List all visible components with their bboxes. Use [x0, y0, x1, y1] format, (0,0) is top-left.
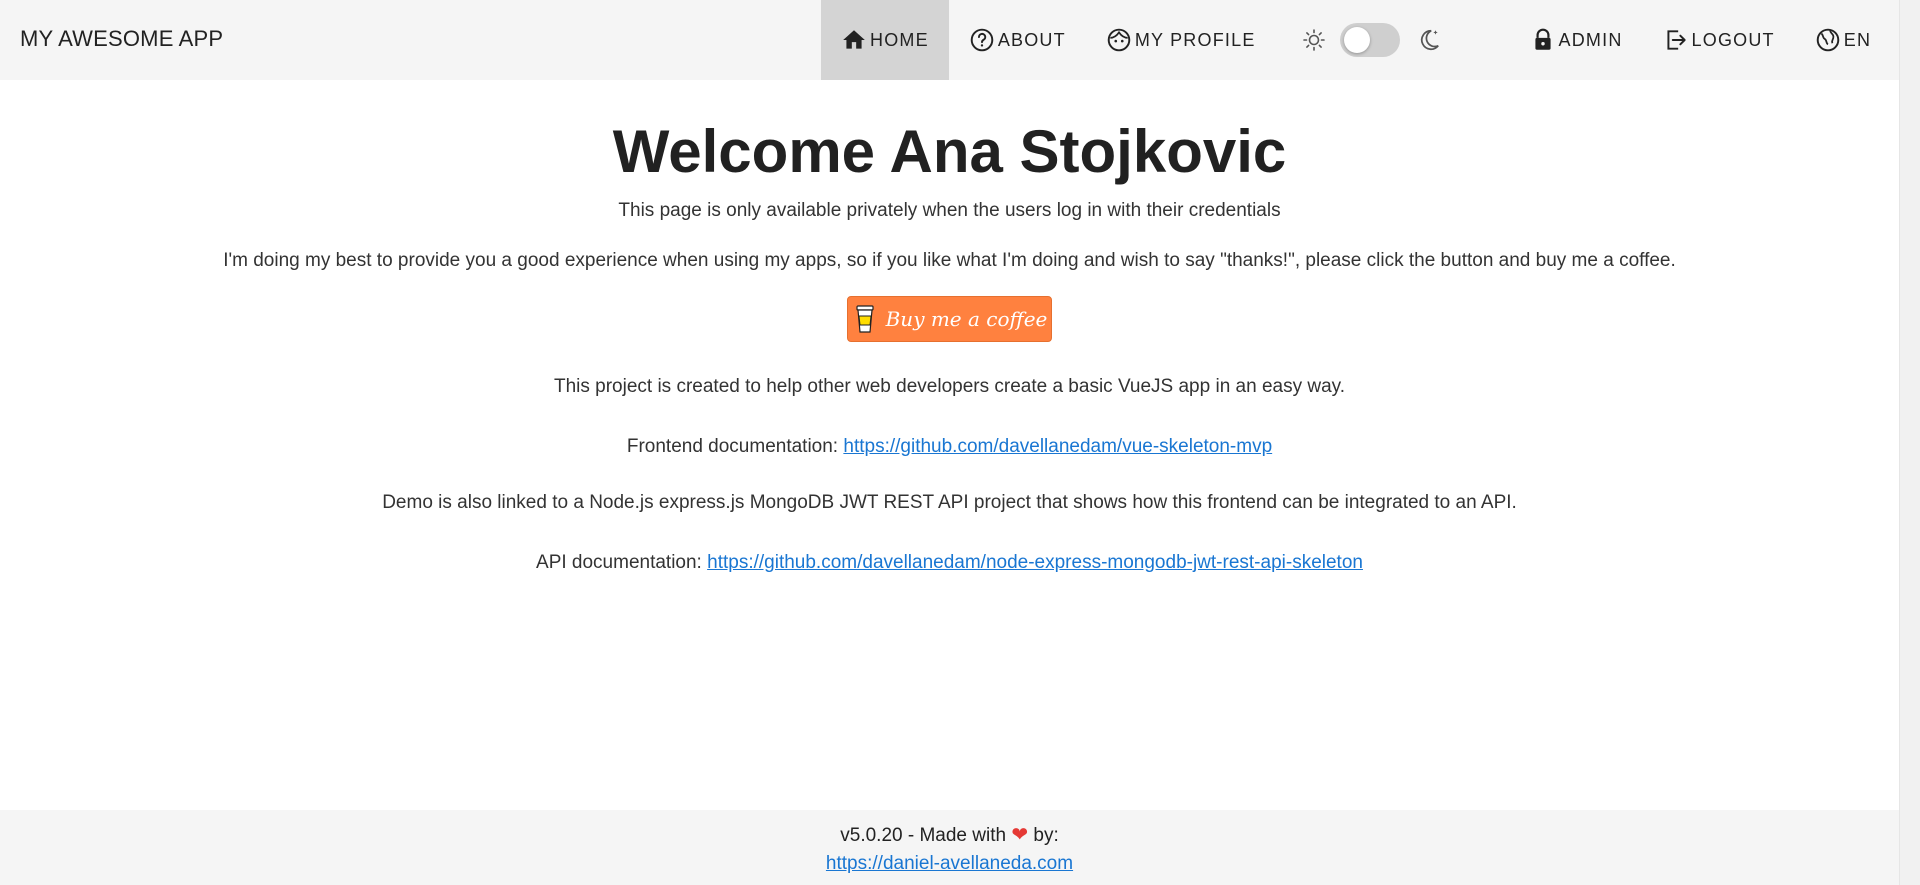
private-note: This page is only available privately wh… — [618, 200, 1281, 221]
welcome-heading: Welcome Ana Stojkovic — [612, 118, 1287, 185]
api-docs-label: API documentation: — [536, 552, 702, 573]
nav-language-button[interactable]: EN — [1795, 0, 1891, 80]
frontend-docs-line: Frontend documentation: https://github.c… — [0, 434, 1899, 460]
project-text: This project is created to help other we… — [553, 376, 1346, 397]
nav-home-button[interactable]: HOME — [821, 0, 949, 80]
footer-version-text: v5.0.20 - Made with — [840, 825, 1007, 846]
app-title[interactable]: MY AWESOME APP — [20, 26, 223, 52]
sun-icon — [1302, 29, 1325, 51]
main-nav: HOME ABOUT MY PROFILE ADMIN LOGOUT EN — [821, 0, 1891, 80]
nav-admin-button[interactable]: ADMIN — [1510, 0, 1643, 80]
api-docs-line: API documentation: https://github.com/da… — [0, 550, 1899, 576]
vertical-scrollbar[interactable] — [1899, 0, 1920, 885]
buy-me-a-coffee-button[interactable]: Buy me a coffee — [847, 296, 1052, 342]
home-icon — [843, 30, 865, 49]
api-docs-link[interactable]: https://github.com/davellanedam/node-exp… — [707, 552, 1363, 573]
lock-icon — [1534, 28, 1551, 50]
nav-logout-button[interactable]: LOGOUT — [1643, 0, 1795, 80]
support-text: I'm doing my best to provide you a good … — [223, 250, 1676, 271]
globe-icon — [1816, 28, 1840, 52]
footer-credits: v5.0.20 - Made with ❤ by: — [0, 822, 1899, 849]
footer: v5.0.20 - Made with ❤ by: https://daniel… — [0, 810, 1899, 885]
footer-author-line: https://daniel-avellaneda.com — [0, 851, 1899, 877]
logout-icon — [1666, 30, 1686, 50]
theme-switcher — [1276, 0, 1460, 80]
nav-language-label: EN — [1843, 29, 1872, 50]
main-content: Welcome Ana Stojkovic This page is only … — [0, 80, 1899, 576]
author-website-link[interactable]: https://daniel-avellaneda.com — [826, 853, 1073, 874]
theme-toggle[interactable] — [1339, 23, 1400, 57]
nav-about-label: ABOUT — [997, 29, 1066, 50]
coffee-button-wrap: Buy me a coffee — [0, 296, 1899, 342]
coffee-button-label: Buy me a coffee — [885, 307, 1048, 331]
frontend-docs-label: Frontend documentation: — [626, 436, 839, 457]
app-bar: MY AWESOME APP HOME ABOUT MY PROFILE ADM… — [0, 0, 1899, 80]
footer-by-text: by: — [1033, 825, 1059, 846]
coffee-cup-icon — [856, 305, 874, 333]
frontend-docs-link[interactable]: https://github.com/davellanedam/vue-skel… — [843, 436, 1272, 457]
nav-admin-label: ADMIN — [1558, 29, 1623, 50]
heart-icon: ❤ — [1011, 824, 1029, 846]
nav-logout-label: LOGOUT — [1691, 29, 1775, 50]
demo-text: Demo is also linked to a Node.js express… — [382, 492, 1517, 513]
nav-home-label: HOME — [870, 29, 929, 50]
moon-icon — [1420, 29, 1439, 51]
nav-my-profile-button[interactable]: MY PROFILE — [1086, 0, 1276, 80]
theme-toggle-knob — [1343, 27, 1370, 53]
help-circle-icon — [970, 28, 994, 52]
nav-about-button[interactable]: ABOUT — [949, 0, 1086, 80]
face-icon — [1107, 28, 1131, 52]
nav-my-profile-label: MY PROFILE — [1134, 29, 1256, 50]
